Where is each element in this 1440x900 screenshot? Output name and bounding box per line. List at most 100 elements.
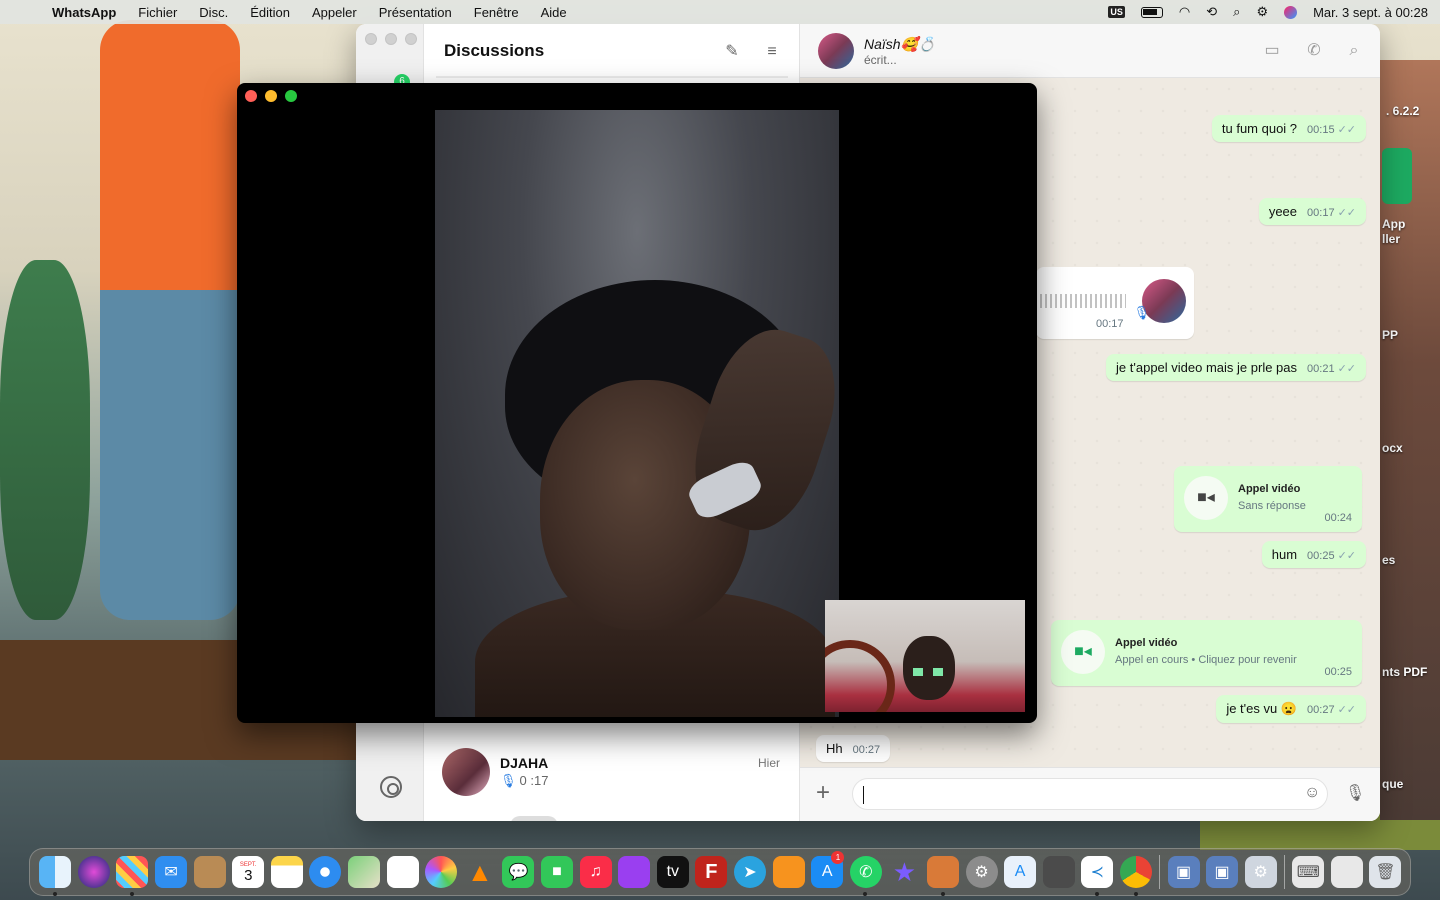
message-bubble[interactable]: je t'es vu 😦 00:27 ✓✓ — [1216, 695, 1366, 723]
zoom-button[interactable] — [285, 90, 297, 102]
voice-waveform[interactable] — [1040, 294, 1126, 308]
dock-virtualbox[interactable]: ▣ — [1164, 853, 1203, 891]
dock-game[interactable] — [1039, 853, 1078, 891]
dock-tv[interactable]: tv — [654, 853, 693, 891]
chat-list-item[interactable]: DJAHA Hier 🎙 0 :17 — [424, 746, 800, 802]
menu-fichier[interactable]: Fichier — [138, 5, 177, 20]
dock-system-settings[interactable]: ⚙ — [962, 853, 1001, 891]
message-bubble[interactable]: yeee 00:17 ✓✓ — [1258, 198, 1366, 225]
message-bubble[interactable]: je t'appel video mais je prle pas 00:21 ✓✓ — [1106, 354, 1366, 381]
dock-safari[interactable] — [306, 853, 345, 891]
dock-facetime[interactable]: ■ — [538, 853, 577, 891]
desktop-label[interactable]: PP — [1382, 328, 1398, 342]
menu-appeler[interactable]: Appeler — [312, 5, 357, 20]
dock-contacts[interactable] — [190, 853, 229, 891]
menu-fenetre[interactable]: Fenêtre — [474, 5, 519, 20]
dock-trash[interactable]: 🗑 — [1366, 853, 1405, 891]
video-camera-icon: ■◂ — [1184, 476, 1228, 520]
dock-photos[interactable] — [422, 853, 461, 891]
message-bubble-incoming[interactable]: Hh 00:27 — [816, 735, 891, 762]
new-chat-icon[interactable]: ✎ — [722, 42, 742, 62]
mic-icon: 🎙 — [500, 773, 517, 788]
dock-app-store[interactable]: A1 — [808, 851, 847, 891]
dock-vlc[interactable]: ▲ — [461, 853, 500, 891]
desktop-label[interactable]: nts PDF — [1382, 665, 1427, 679]
conversation-header[interactable]: Naïsh🥰💍 écrit... ▭ ✆ ⌕ — [800, 24, 1380, 78]
dock-preview[interactable] — [924, 853, 963, 896]
virtualbox-icon: ▣ — [1167, 856, 1200, 888]
close-button[interactable] — [245, 90, 257, 102]
dock-calendar[interactable]: SEPT. 3 — [229, 853, 268, 891]
menu-app-name[interactable]: WhatsApp — [52, 5, 116, 20]
dock-music[interactable]: ♫ — [576, 853, 615, 891]
siri-icon[interactable] — [1284, 5, 1298, 19]
desktop-label[interactable]: ller — [1382, 232, 1400, 246]
dock-launchpad[interactable] — [113, 853, 152, 896]
dock-messages[interactable]: 💬 — [499, 853, 538, 891]
settings-gear-icon[interactable] — [380, 776, 402, 798]
dock-notes[interactable] — [268, 853, 307, 891]
zoom-button[interactable] — [405, 33, 417, 45]
dock-telegram[interactable]: ➤ — [731, 853, 770, 891]
message-input[interactable] — [852, 778, 1328, 810]
message-bubble[interactable]: hum 00:25 ✓✓ — [1261, 541, 1366, 568]
dock-whatsapp[interactable]: ✆ — [846, 853, 885, 896]
search-icon[interactable]: ⌕ — [1343, 40, 1365, 62]
desktop-label[interactable]: es — [1382, 553, 1395, 567]
dock-books[interactable] — [769, 853, 808, 891]
control-center-icon[interactable]: ⚙ — [1256, 4, 1268, 20]
video-call-bubble[interactable]: ■◂ Appel vidéo Appel en cours • Cliquez … — [1051, 620, 1362, 686]
message-time: 00:15 — [1307, 124, 1335, 136]
dock-reminders[interactable] — [383, 853, 422, 891]
contact-name[interactable]: Naïsh🥰💍 — [864, 36, 935, 53]
search-bar[interactable] — [436, 76, 788, 78]
dock-finder[interactable] — [36, 853, 75, 896]
menu-disc[interactable]: Disc. — [199, 5, 228, 20]
dock-podcasts[interactable] — [615, 853, 654, 891]
vscode-icon: ≺ — [1081, 856, 1114, 888]
wifi-icon[interactable]: ◠ — [1179, 4, 1190, 20]
menu-presentation[interactable]: Présentation — [379, 5, 452, 20]
emoji-icon[interactable]: ☺ — [1304, 784, 1320, 802]
video-camera-icon: ■◂ — [1061, 630, 1105, 674]
dock-utility[interactable]: ⚙ — [1241, 853, 1280, 891]
desktop-file-icon[interactable] — [1382, 148, 1412, 204]
dock-xcode[interactable]: A — [1001, 853, 1040, 891]
attach-plus-icon[interactable]: + — [816, 780, 830, 806]
time-machine-icon[interactable]: ⟲ — [1206, 4, 1217, 20]
phone-icon[interactable]: ✆ — [1303, 40, 1325, 62]
self-video-preview[interactable] — [825, 600, 1025, 712]
spotlight-search-icon[interactable]: ⌕ — [1233, 4, 1240, 20]
dock-virtualbox-2[interactable]: ▣ — [1203, 853, 1242, 891]
desktop-label[interactable]: que — [1382, 777, 1403, 791]
dock-maps[interactable] — [345, 853, 384, 891]
battery-icon[interactable] — [1140, 6, 1163, 18]
voice-message[interactable]: 00:17 🎙 — [1036, 267, 1194, 339]
dock-window[interactable] — [1328, 853, 1367, 891]
close-button[interactable] — [365, 33, 377, 45]
desktop-label[interactable]: ocx — [1382, 441, 1403, 455]
video-call-window[interactable] — [237, 83, 1037, 723]
filter-icon[interactable]: ≡ — [762, 42, 782, 62]
menu-edition[interactable]: Édition — [250, 5, 290, 20]
minimize-button[interactable] — [385, 33, 397, 45]
dock-keyboard[interactable]: ⌨ — [1289, 853, 1328, 891]
dock-vscode[interactable]: ≺ — [1078, 853, 1117, 896]
remote-video-feed[interactable] — [435, 110, 839, 717]
dock-imovie[interactable]: ★ — [885, 853, 924, 891]
dock-filezilla[interactable]: F — [692, 853, 731, 891]
desktop-label[interactable]: App — [1382, 217, 1405, 231]
mic-icon[interactable]: 🎙 — [1345, 783, 1365, 803]
menu-aide[interactable]: Aide — [541, 5, 567, 20]
keyboard-layout-icon[interactable]: US — [1108, 6, 1125, 18]
video-call-bubble[interactable]: ■◂ Appel vidéo Sans réponse 00:24 — [1174, 466, 1362, 532]
dock-mail[interactable]: ✉ — [152, 853, 191, 891]
video-call-icon[interactable]: ▭ — [1261, 40, 1283, 62]
dock-chrome[interactable] — [1117, 853, 1156, 896]
minimize-button[interactable] — [265, 90, 277, 102]
message-bubble[interactable]: tu fum quoi ? 00:15 ✓✓ — [1211, 115, 1366, 142]
contact-avatar[interactable] — [818, 33, 854, 69]
desktop-label[interactable]: . 6.2.2 — [1386, 104, 1419, 118]
dock-siri[interactable] — [75, 853, 114, 891]
menu-clock[interactable]: Mar. 3 sept. à 00:28 — [1313, 5, 1428, 20]
